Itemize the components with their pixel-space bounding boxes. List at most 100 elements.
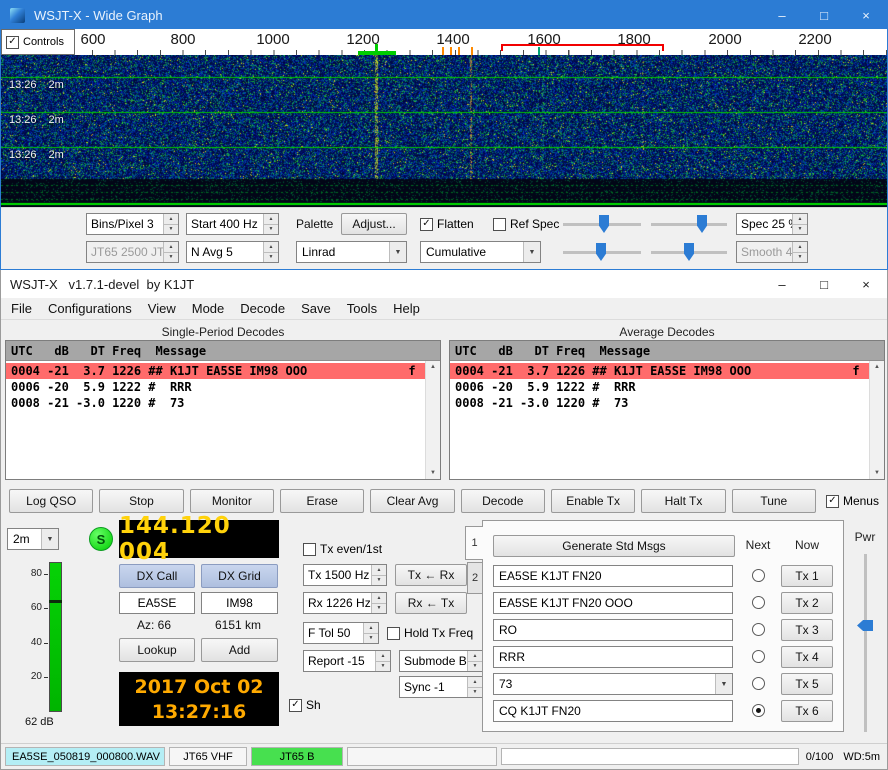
menu-view[interactable]: View [140, 298, 184, 320]
erase-button[interactable]: Erase [280, 489, 364, 513]
sh-checkbox[interactable]: ✓Sh [289, 698, 321, 712]
dx-grid-field[interactable]: IM98 [201, 592, 278, 614]
checkbox-box[interactable]: ✓ [420, 218, 433, 231]
pwr-slider-thumb[interactable] [857, 620, 873, 631]
spin-down-icon[interactable]: ▼ [468, 662, 482, 672]
gain-slider[interactable] [563, 213, 641, 235]
spin-up-icon[interactable]: ▲ [793, 214, 807, 225]
spinner-arrows[interactable]: ▲▼ [263, 214, 278, 234]
decode-list[interactable]: 0004 -21 3.7 1226 ## K1JT EA5SE IM98 OOO… [450, 361, 884, 479]
checkbox-box[interactable] [303, 543, 316, 556]
slider-thumb[interactable] [596, 243, 606, 261]
minimize-icon[interactable]: – [761, 1, 803, 29]
gain2-slider[interactable] [563, 241, 641, 263]
spin-up-icon[interactable]: ▲ [376, 651, 390, 662]
dx-call-field[interactable]: EA5SE [119, 592, 195, 614]
controls-checkbox[interactable]: ✓ Controls [1, 29, 75, 55]
slider-thumb[interactable] [697, 215, 707, 233]
decode-row[interactable]: 0006 -20 5.9 1222 # RRR [450, 379, 884, 395]
tx-even-checkbox[interactable]: Tx even/1st [303, 542, 382, 556]
tx-message-field-1[interactable]: EA5SE K1JT FN20 [493, 565, 733, 587]
band-combo[interactable]: 2m▼ [7, 528, 59, 550]
main-titlebar[interactable]: WSJT-X v1.7.1-devel by K1JT – □ × [1, 270, 887, 298]
tx-message-field-2[interactable]: EA5SE K1JT FN20 OOO [493, 592, 733, 614]
spec-spinner[interactable]: Spec 25 %▲▼ [736, 213, 808, 235]
spin-down-icon[interactable]: ▼ [264, 225, 278, 235]
spinner-arrows[interactable]: ▲▼ [467, 677, 482, 697]
tx1-button[interactable]: Tx 1 [781, 565, 833, 587]
zero-slider[interactable] [651, 213, 727, 235]
spin-down-icon[interactable]: ▼ [372, 576, 386, 586]
close-icon[interactable]: × [845, 1, 887, 29]
tx3-button[interactable]: Tx 3 [781, 619, 833, 641]
scroll-up-icon[interactable]: ▲ [874, 364, 880, 370]
submode-spinner[interactable]: Submode B▲▼ [399, 650, 483, 672]
halt-tx-button[interactable]: Halt Tx [641, 489, 725, 513]
zero2-slider[interactable] [651, 241, 727, 263]
spin-up-icon[interactable]: ▲ [264, 214, 278, 225]
spinner-arrows[interactable]: ▲▼ [375, 651, 390, 671]
spinner-arrows[interactable]: ▲▼ [467, 651, 482, 671]
dx-grid-button[interactable]: DX Grid [201, 564, 278, 588]
tab-2[interactable]: 2 [467, 562, 483, 594]
adjust-button[interactable]: Adjust... [341, 213, 407, 235]
hold-tx-freq-checkbox[interactable]: Hold Tx Freq [387, 626, 473, 640]
spin-up-icon[interactable]: ▲ [468, 651, 482, 662]
spin-up-icon[interactable]: ▲ [364, 623, 378, 634]
menu-file[interactable]: File [3, 298, 40, 320]
report-spinner[interactable]: Report -15▲▼ [303, 650, 391, 672]
spinner-arrows[interactable]: ▲▼ [363, 623, 378, 643]
checkbox-box[interactable] [387, 627, 400, 640]
spin-down-icon[interactable]: ▼ [264, 253, 278, 263]
spin-down-icon[interactable]: ▼ [793, 225, 807, 235]
decode-list[interactable]: 0004 -21 3.7 1226 ## K1JT EA5SE IM98 OOO… [6, 361, 440, 479]
menus-checkbox[interactable]: ✓Menus [826, 494, 879, 508]
menu-decode[interactable]: Decode [232, 298, 293, 320]
tx-message-field-6[interactable]: CQ K1JT FN20 [493, 700, 733, 722]
checkbox-box[interactable]: ✓ [6, 36, 19, 49]
spin-up-icon[interactable]: ▲ [468, 677, 482, 688]
spinner-arrows[interactable]: ▲▼ [263, 242, 278, 262]
checkbox-box[interactable]: ✓ [289, 699, 302, 712]
log-qso-button[interactable]: Log QSO [9, 489, 93, 513]
start-freq-spinner[interactable]: Start 400 Hz▲▼ [186, 213, 279, 235]
waterfall[interactable] [1, 55, 887, 207]
decode-row[interactable]: 0008 -21 -3.0 1220 # 73 [6, 395, 440, 411]
dx-call-button[interactable]: DX Call [119, 564, 195, 588]
tx6-button[interactable]: Tx 6 [781, 700, 833, 722]
spinner-arrows[interactable]: ▲▼ [163, 214, 178, 234]
rx-freq-spinner[interactable]: Rx 1226 Hz▲▼ [303, 592, 387, 614]
f-tol-spinner[interactable]: F Tol 50▲▼ [303, 622, 379, 644]
checkbox-box[interactable]: ✓ [826, 495, 839, 508]
dropdown-icon[interactable]: ▼ [389, 242, 406, 262]
flatten-checkbox[interactable]: ✓Flatten [420, 217, 474, 231]
tx-select-radio-1[interactable] [752, 569, 765, 582]
monitor-button[interactable]: Monitor [190, 489, 274, 513]
maximize-icon[interactable]: □ [803, 270, 845, 298]
slider-track[interactable] [651, 223, 727, 226]
tx-to-rx-button[interactable]: Tx ← Rx [395, 564, 467, 586]
spin-down-icon[interactable]: ▼ [468, 688, 482, 698]
display-mode-combo[interactable]: Cumulative▼ [420, 241, 541, 263]
palette-combo[interactable]: Linrad▼ [296, 241, 407, 263]
rx-to-tx-button[interactable]: Rx ← Tx [395, 592, 467, 614]
spin-up-icon[interactable]: ▲ [372, 565, 386, 576]
decode-row[interactable]: 0006 -20 5.9 1222 # RRR [6, 379, 440, 395]
scroll-down-icon[interactable]: ▼ [430, 470, 436, 476]
tune-button[interactable]: Tune [732, 489, 816, 513]
tx5-button[interactable]: Tx 5 [781, 673, 833, 695]
wide-graph-titlebar[interactable]: WSJT-X - Wide Graph – □ × [1, 1, 887, 29]
scroll-up-icon[interactable]: ▲ [430, 364, 436, 370]
checkbox-box[interactable] [493, 218, 506, 231]
tab-1[interactable]: 1 [465, 526, 483, 560]
decode-row[interactable]: 0004 -21 3.7 1226 ## K1JT EA5SE IM98 OOO… [6, 363, 440, 379]
tx-message-field-3[interactable]: RO [493, 619, 733, 641]
bins-pixel-spinner[interactable]: Bins/Pixel 3▲▼ [86, 213, 179, 235]
menu-mode[interactable]: Mode [184, 298, 233, 320]
spin-up-icon[interactable]: ▲ [372, 593, 386, 604]
close-icon[interactable]: × [845, 270, 887, 298]
tx-select-radio-4[interactable] [752, 650, 765, 663]
generate-std-msgs-button[interactable]: Generate Std Msgs [493, 535, 735, 557]
scrollbar[interactable]: ▲▼ [869, 361, 884, 479]
tx-select-radio-6[interactable] [752, 704, 765, 717]
